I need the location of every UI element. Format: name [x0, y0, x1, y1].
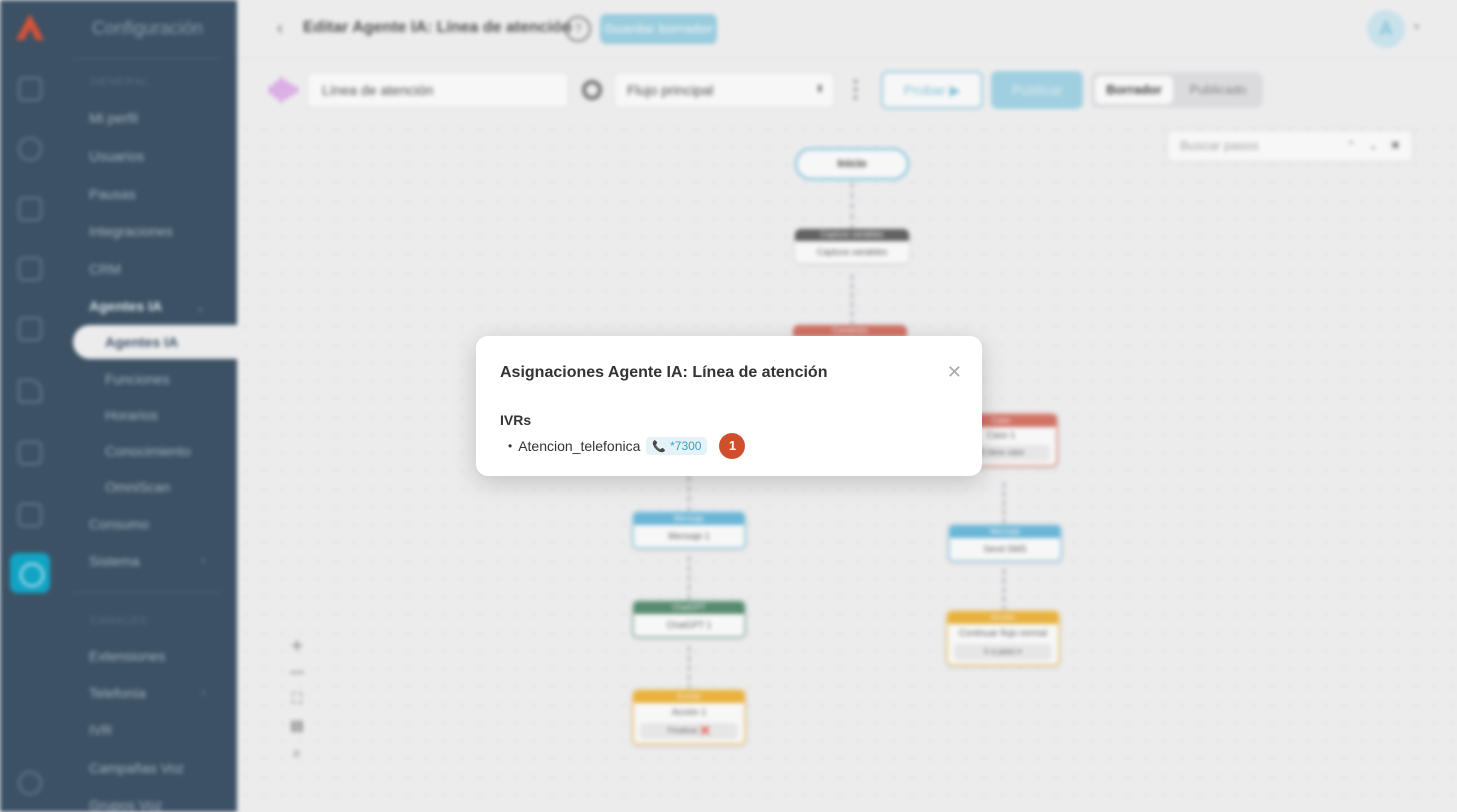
- bullet-icon: •: [508, 439, 513, 453]
- ivrs-section-heading: IVRs: [500, 412, 532, 428]
- assignments-modal: Asignaciones Agente IA: Línea de atenció…: [476, 336, 982, 476]
- count-badge: 1: [719, 433, 746, 459]
- modal-title: Asignaciones Agente IA: Línea de atenció…: [500, 364, 828, 381]
- ivr-name: Atencion_telefonica: [518, 438, 641, 454]
- phone-icon: 📞: [652, 440, 667, 453]
- close-icon[interactable]: ✕: [947, 362, 962, 383]
- ivr-assignment-item: • Atencion_telefonica 📞 *7300 1: [508, 433, 746, 459]
- extension-number: *7300: [670, 439, 702, 453]
- extension-badge: 📞 *7300: [646, 437, 708, 455]
